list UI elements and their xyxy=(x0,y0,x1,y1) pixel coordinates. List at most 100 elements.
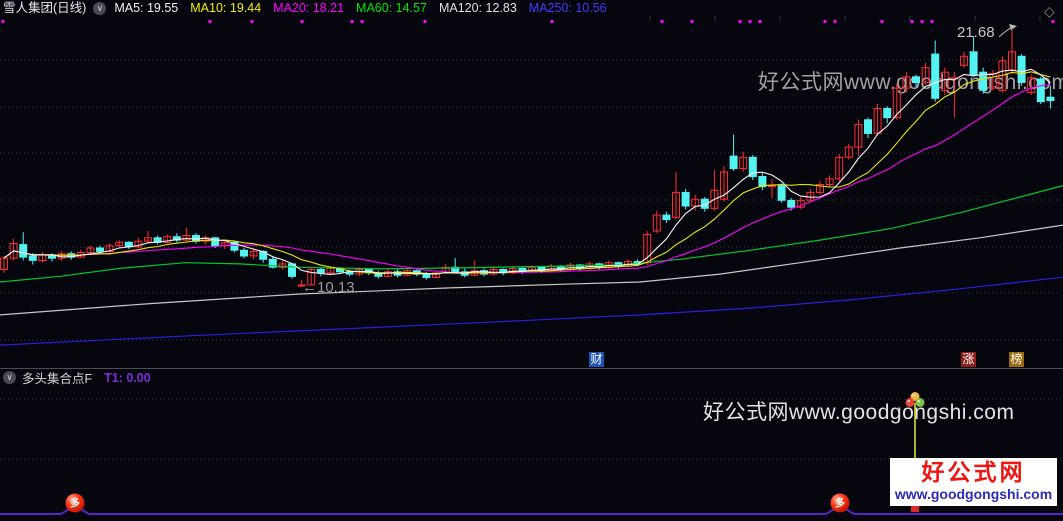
high-arrowhead xyxy=(1009,24,1017,30)
candle xyxy=(0,255,8,273)
candle xyxy=(768,178,776,199)
candle xyxy=(864,117,872,138)
signal-dot xyxy=(880,20,884,23)
ma-label: MA5: 19.55 xyxy=(114,1,179,15)
candle xyxy=(825,175,834,187)
ma-legend: MA5: 19.55 MA10: 19.44 MA20: 18.21 MA60: 14… xyxy=(114,0,606,16)
logo-box: 好公式网 www.goodgongshi.com xyxy=(890,458,1057,506)
index-badge[interactable]: 财 xyxy=(589,352,604,367)
bull-signal-ball: 多 xyxy=(65,493,85,513)
candle xyxy=(835,153,844,182)
signal-dot xyxy=(758,20,762,23)
signal-dot xyxy=(423,20,427,23)
signal-dot xyxy=(350,20,354,23)
candle xyxy=(672,172,680,220)
candle xyxy=(1017,54,1026,86)
candle xyxy=(278,260,287,270)
main-chart-header: 雪人集团(日线) ∨ MA5: 19.55 MA10: 19.44 MA20: 18… xyxy=(0,0,1063,16)
ma-label: MA250: 10.56 xyxy=(528,1,607,15)
candle xyxy=(940,67,949,95)
sub-panel-header: ∨ 多头集合点F T1: 0.00 xyxy=(0,369,1063,386)
sub-t1-value: T1: 0.00 xyxy=(104,370,151,385)
signal-dot xyxy=(660,20,664,23)
candle xyxy=(960,51,968,68)
signal-dot xyxy=(823,20,827,23)
signal-dot xyxy=(250,20,254,23)
candle xyxy=(163,234,172,244)
flower-base xyxy=(911,506,919,512)
candle xyxy=(758,173,767,191)
logo-name: 好公式网 xyxy=(921,459,1026,485)
ma250-line xyxy=(0,276,1063,346)
svg-text:多: 多 xyxy=(70,497,80,510)
stock-chart-canvas[interactable]: 多多 xyxy=(0,0,1063,521)
candle xyxy=(38,251,47,263)
candle xyxy=(902,72,911,93)
candle xyxy=(144,231,152,244)
candle xyxy=(662,211,671,223)
candle xyxy=(374,270,383,279)
candle xyxy=(652,210,661,234)
candle xyxy=(979,67,988,94)
candle xyxy=(249,249,258,260)
signal-dot xyxy=(910,20,914,23)
signal-dot xyxy=(208,20,212,23)
candle xyxy=(470,260,479,277)
candle xyxy=(153,235,162,245)
candle xyxy=(816,181,824,195)
candle xyxy=(19,232,28,261)
logo-url: www.goodgongshi.com xyxy=(894,486,1053,502)
candle xyxy=(76,249,85,259)
candle xyxy=(873,104,882,136)
candle xyxy=(969,35,978,77)
candle xyxy=(172,233,181,243)
candle xyxy=(489,267,498,276)
candle xyxy=(796,197,805,210)
candle xyxy=(931,40,940,102)
signal-dot xyxy=(738,20,742,23)
signal-dot xyxy=(1051,20,1055,23)
candle xyxy=(1008,25,1016,75)
svg-text:多: 多 xyxy=(835,497,845,510)
chart-title: 雪人集团(日线) xyxy=(3,1,87,15)
signal-dot xyxy=(550,20,554,23)
candle xyxy=(1027,74,1036,95)
candle xyxy=(921,63,930,85)
candle xyxy=(777,183,786,203)
candle xyxy=(854,119,863,157)
sub-chart-title: 多头集合点F xyxy=(22,372,93,386)
signal-dot xyxy=(833,20,837,23)
signal-dot xyxy=(920,20,924,23)
signal-dot xyxy=(360,20,364,23)
candle xyxy=(912,74,920,87)
ma-label: MA120: 12.83 xyxy=(438,1,517,15)
candle xyxy=(451,258,460,273)
candle xyxy=(700,197,709,212)
signal-dot xyxy=(690,20,694,23)
candle xyxy=(748,155,757,180)
signal-dot xyxy=(1,20,5,23)
ma-label: MA10: 19.44 xyxy=(190,1,262,15)
price-high-label: 21.68 xyxy=(957,24,995,41)
ma-label: MA20: 18.21 xyxy=(273,1,345,15)
candle xyxy=(9,238,18,261)
candle xyxy=(240,248,248,259)
chevron-down-icon[interactable]: ∨ xyxy=(93,1,107,15)
candle xyxy=(739,151,748,172)
candle xyxy=(1036,76,1045,104)
candle xyxy=(950,72,959,118)
candle xyxy=(316,267,325,277)
candle xyxy=(1046,85,1055,109)
candle xyxy=(124,241,133,250)
candle xyxy=(883,106,892,124)
index-badge[interactable]: 涨 xyxy=(961,352,976,367)
app-window: 好公式网www.goodgongshi.com 好公式网www.goodgong… xyxy=(0,0,1063,521)
t1-line xyxy=(0,504,1063,515)
index-badge[interactable]: 榜 xyxy=(1009,352,1024,367)
signal-dot xyxy=(930,20,934,23)
candle xyxy=(844,143,853,160)
chevron-down-icon[interactable]: ∨ xyxy=(3,371,16,384)
price-low-label: ←10.13 xyxy=(302,279,355,296)
signal-dot xyxy=(748,20,752,23)
bull-signal-ball: 多 xyxy=(830,493,850,513)
